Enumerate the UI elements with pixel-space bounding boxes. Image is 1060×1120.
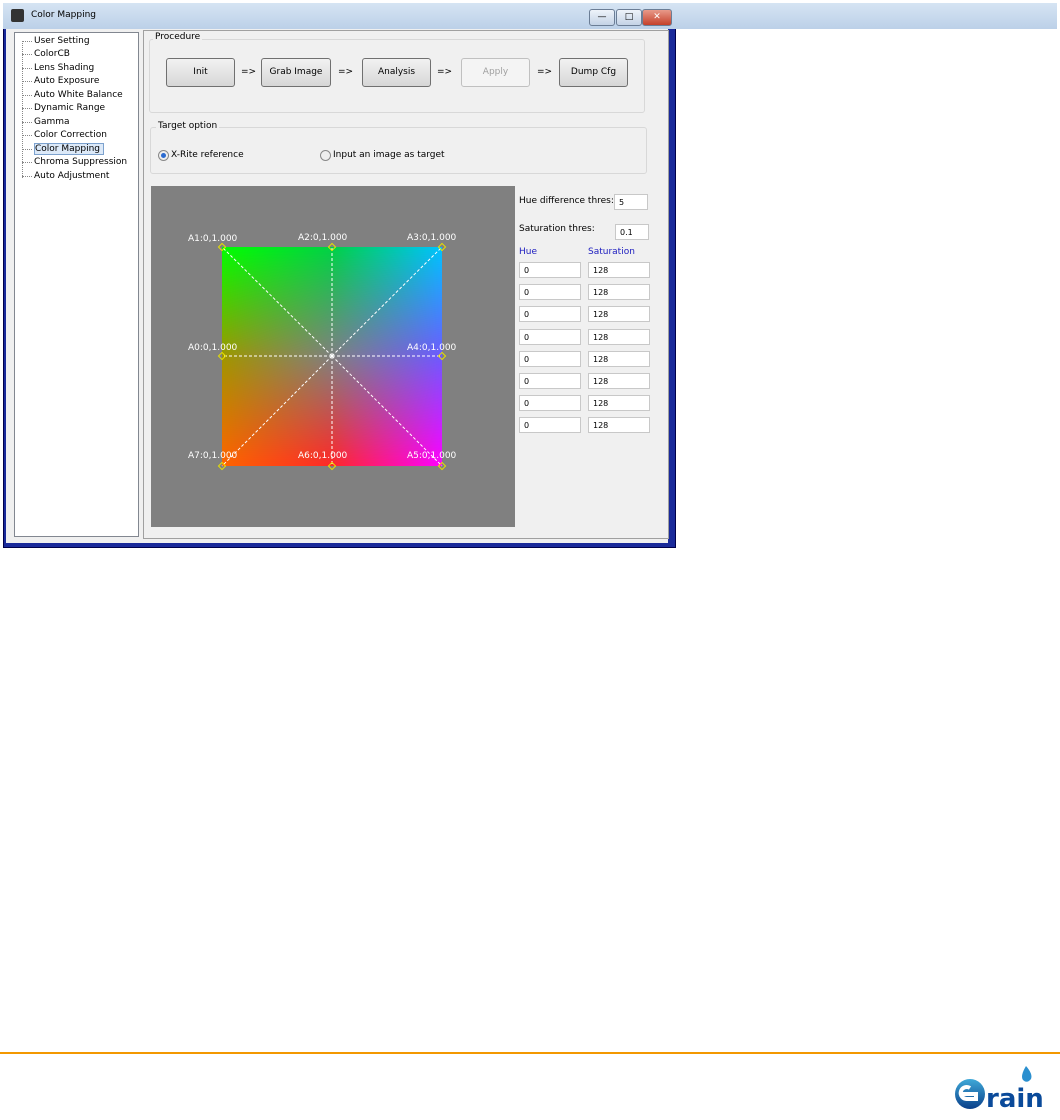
hue-input[interactable]: 0 — [519, 395, 581, 412]
point-label-a0: A0:0,1.000 — [188, 343, 238, 353]
point-label-a7: A7:0,1.000 — [188, 451, 238, 461]
client-area: User Setting ColorCB Lens Shading Auto E… — [6, 29, 669, 543]
tree-item-chroma-suppression[interactable]: Chroma Suppression — [22, 156, 127, 169]
input-image-target-radio[interactable]: Input an image as target — [320, 150, 445, 161]
saturation-thres-input[interactable]: 0.1 — [615, 224, 649, 240]
hue-input[interactable]: 0 — [519, 262, 581, 278]
hue-input[interactable]: 0 — [519, 373, 581, 389]
hue-column-header: Hue — [519, 247, 538, 257]
mapping-line-a7 — [221, 355, 333, 467]
saturation-input[interactable]: 128 — [588, 262, 650, 278]
point-label-a5: A5:0,1.000 — [407, 451, 457, 461]
grain-logo: rain — [955, 1066, 1044, 1114]
hue-difference-label: Hue difference thres: — [519, 196, 614, 206]
hue-difference-input[interactable]: 5 — [614, 194, 648, 210]
arrow: => — [437, 67, 453, 77]
tree-item-color-correction[interactable]: Color Correction — [22, 129, 107, 142]
hue-input[interactable]: 0 — [519, 350, 581, 367]
minimize-button[interactable]: — — [589, 9, 615, 26]
arrow: => — [338, 67, 354, 77]
window-title: Color Mapping — [31, 10, 96, 20]
point-label-a4: A4:0,1.000 — [407, 343, 457, 353]
tree-item-label: Color Mapping — [34, 143, 104, 155]
hue-input[interactable]: 0 — [519, 306, 581, 323]
mapping-line-a1 — [221, 246, 333, 357]
saturation-input[interactable]: 128 — [588, 284, 650, 301]
footer-divider — [0, 1052, 1060, 1054]
saturation-input[interactable]: 128 — [588, 395, 650, 412]
point-label-a6: A6:0,1.000 — [298, 451, 348, 461]
arrow: => — [537, 67, 553, 77]
target-option-group: X-Rite reference Input an image as targe… — [150, 127, 647, 174]
tree-item-auto-adjustment[interactable]: Auto Adjustment — [22, 170, 109, 183]
svg-text:rain: rain — [986, 1084, 1044, 1114]
tree-item-auto-exposure[interactable]: Auto Exposure — [22, 75, 99, 88]
saturation-input[interactable]: 128 — [588, 328, 650, 345]
close-button[interactable]: ✕ — [642, 9, 672, 26]
point-label-a2: A2:0,1.000 — [298, 233, 348, 243]
xrite-reference-radio[interactable]: X-Rite reference — [158, 150, 244, 161]
grab-image-button[interactable]: Grab Image — [261, 58, 331, 87]
tree-item-color-mapping[interactable]: Color Mapping — [22, 143, 104, 156]
saturation-input[interactable]: 128 — [588, 350, 650, 367]
color-map-view[interactable]: A1:0,1.000 A2:0,1.000 A3:0,1.000 A0:0,1.… — [151, 186, 515, 527]
app-icon — [11, 9, 24, 22]
target-option-label: Target option — [156, 121, 220, 131]
saturation-input[interactable]: 128 — [588, 373, 650, 389]
tree-item-auto-white-balance[interactable]: Auto White Balance — [22, 89, 123, 102]
analysis-button[interactable]: Analysis — [362, 58, 431, 87]
settings-tree: User Setting ColorCB Lens Shading Auto E… — [14, 32, 139, 537]
init-button[interactable]: Init — [166, 58, 235, 87]
maximize-button[interactable]: □ — [616, 9, 642, 26]
saturation-thres-label: Saturation thres: — [519, 224, 595, 234]
point-label-a3: A3:0,1.000 — [407, 233, 457, 243]
tree-item-colorcb[interactable]: ColorCB — [22, 48, 70, 61]
point-label-a1: A1:0,1.000 — [188, 234, 238, 244]
radio-label: Input an image as target — [333, 150, 445, 160]
apply-button[interactable]: Apply — [461, 58, 530, 87]
saturation-column-header: Saturation — [588, 247, 635, 257]
procedure-label: Procedure — [153, 32, 203, 42]
radio-label: X-Rite reference — [171, 150, 244, 160]
saturation-input[interactable]: 128 — [588, 306, 650, 323]
hue-input[interactable]: 0 — [519, 328, 581, 345]
mapping-line-a5 — [331, 355, 443, 467]
tree-item-user-setting[interactable]: User Setting — [22, 35, 90, 48]
tree-item-lens-shading[interactable]: Lens Shading — [22, 62, 94, 75]
radio-unchecked-icon — [320, 150, 331, 161]
arrow: => — [241, 67, 257, 77]
mapping-line-a3 — [331, 246, 443, 357]
tree-item-dynamic-range[interactable]: Dynamic Range — [22, 102, 105, 115]
title-bar: Color Mapping — □ ✕ — [3, 3, 1057, 29]
main-panel: Procedure Init => Grab Image => Analysis… — [143, 30, 669, 539]
dump-cfg-button[interactable]: Dump Cfg — [559, 58, 628, 87]
hue-input[interactable]: 0 — [519, 417, 581, 434]
saturation-input[interactable]: 128 — [588, 417, 650, 434]
hue-input[interactable]: 0 — [519, 284, 581, 301]
radio-checked-icon — [158, 150, 169, 161]
tree-item-gamma[interactable]: Gamma — [22, 116, 70, 129]
